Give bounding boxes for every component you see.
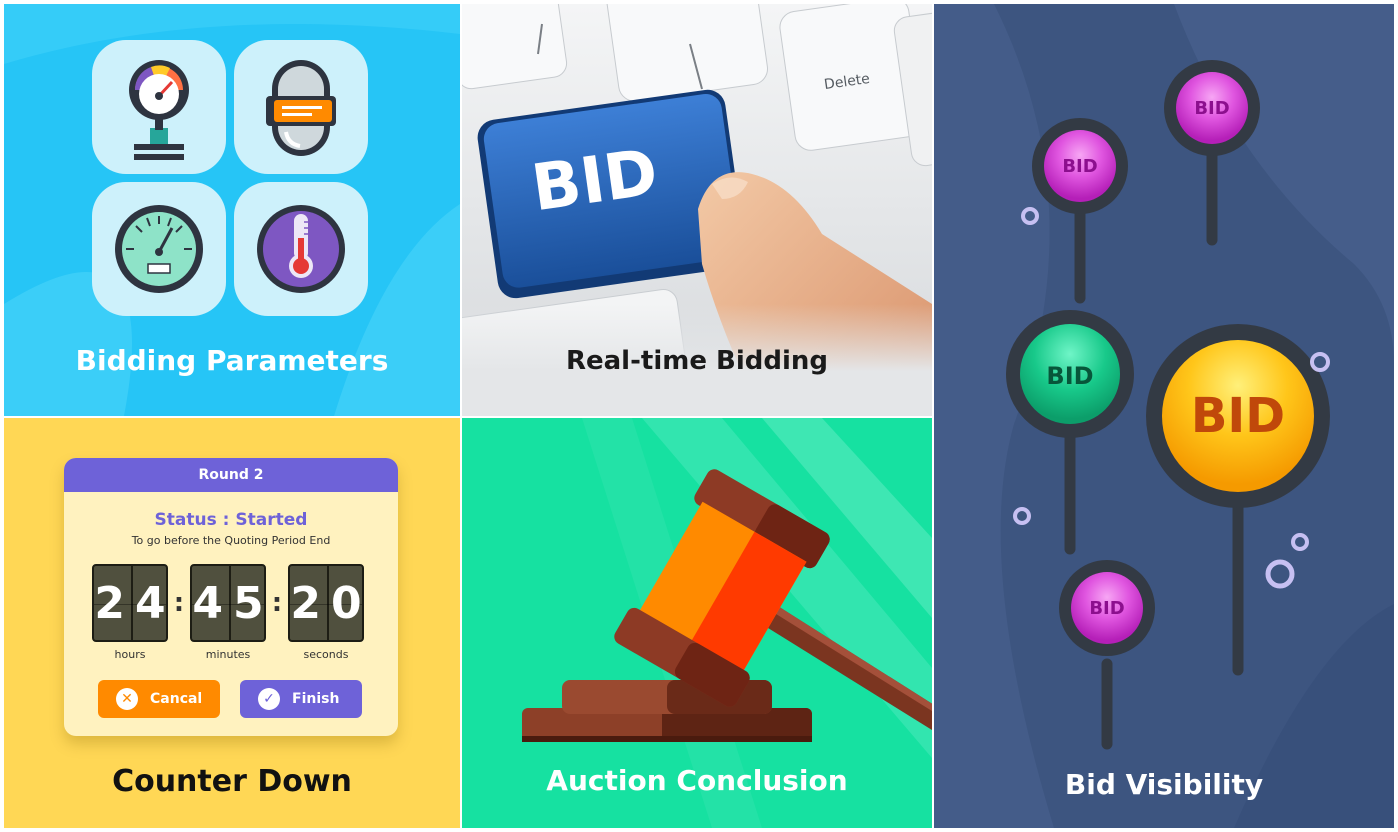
pressure-gauge-icon [129,60,189,160]
bid-pin-label[interactable]: BID [1050,156,1110,177]
thermometer-icon [257,205,345,293]
seconds-value: 20 [290,577,372,629]
tile-title: Real-time Bidding [565,346,828,376]
bid-pin-label[interactable]: BID [1158,388,1318,444]
realtime-bidding-tile: BID Delete Real-time Bidding [462,4,932,416]
hours-label: hours [114,648,146,661]
bid-pin-label[interactable]: BID [1182,98,1242,119]
cancel-icon: ✕ [116,688,138,710]
minutes-display: 45 [190,564,266,642]
status-label: Status : Started [154,510,308,530]
status-subtitle: To go before the Quoting Period End [131,534,331,547]
capsule-app-icon[interactable] [234,40,368,174]
countdown-card: Round 2 Status : Started To go before th… [64,458,398,736]
bidding-parameters-tile: Bidding Parameters [4,4,460,416]
cancel-button[interactable]: ✕ Cancal [98,680,220,718]
hours-value: 24 [94,577,176,629]
bid-pin-label[interactable]: BID [1030,362,1110,390]
speedometer-icon [115,205,203,293]
tile-title: Auction Conclusion [546,764,848,797]
speedometer-app-icon[interactable] [92,182,226,316]
pressure-gauge-app-icon[interactable] [92,40,226,174]
check-icon: ✓ [258,688,280,710]
auction-conclusion-tile: Auction Conclusion [462,418,932,828]
seconds-display: 20 [288,564,364,642]
hours-display: 24 [92,564,168,642]
minutes-label: minutes [205,648,251,661]
minutes-value: 45 [192,577,274,629]
round-header: Round 2 [64,458,398,492]
bid-visibility-tile: BID BID BID BID BID Bid Visibility [934,4,1394,828]
counter-down-tile: Round 2 Status : Started To go before th… [4,418,460,828]
finish-button-label: Finish [292,691,340,707]
seconds-label: seconds [303,648,349,661]
tile-title: Counter Down [112,764,352,799]
bid-pin-label[interactable]: BID [1077,598,1137,619]
thermometer-app-icon[interactable] [234,182,368,316]
countdown-digits: 24 : 45 : 20 [92,564,364,642]
cancel-button-label: Cancal [150,691,203,707]
capsule-icon [266,60,336,156]
tile-title: Bid Visibility [1064,768,1264,801]
finish-button[interactable]: ✓ Finish [240,680,362,718]
tile-title: Bidding Parameters [75,344,389,377]
